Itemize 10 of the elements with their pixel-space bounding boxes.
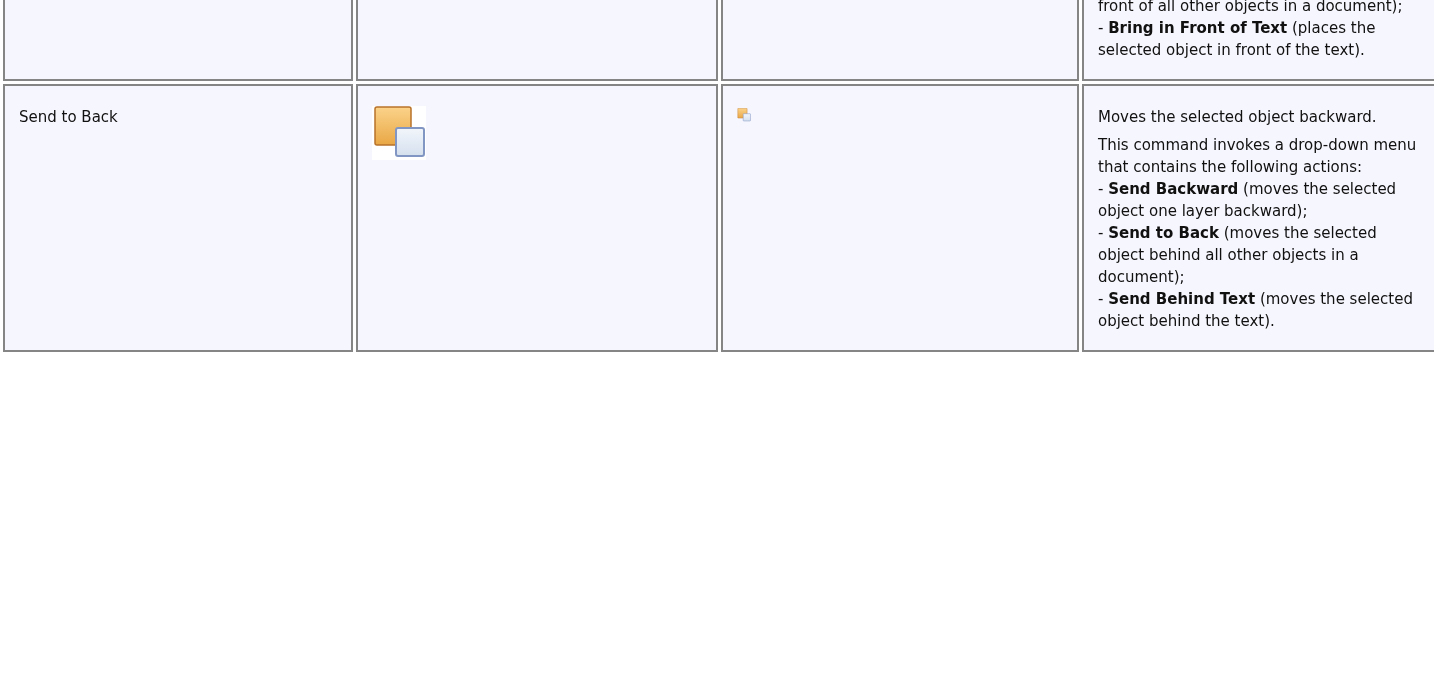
description-text: - Send Behind Text (moves the selected object behind the text). <box>1098 289 1414 332</box>
description-text: front of all other objects in a document); <box>1098 0 1404 17</box>
description-text: - Send Backward (moves the selected object one layer backward); <box>1098 179 1398 222</box>
description-text: This command invokes a drop-down menu that contains the following actions: <box>1098 135 1418 178</box>
description-text: Moves the selected object backward. <box>1098 107 1378 128</box>
table-cell: Send to Back <box>3 84 353 352</box>
description-text: - Bring in Front of Text (places the selected object in front of the text). <box>1098 18 1377 61</box>
description-text: - Send to Back (moves the selected object behind all other objects in a document); <box>1098 223 1378 288</box>
send-to-back-icon <box>737 108 751 122</box>
send-to-back-icon <box>372 106 426 160</box>
